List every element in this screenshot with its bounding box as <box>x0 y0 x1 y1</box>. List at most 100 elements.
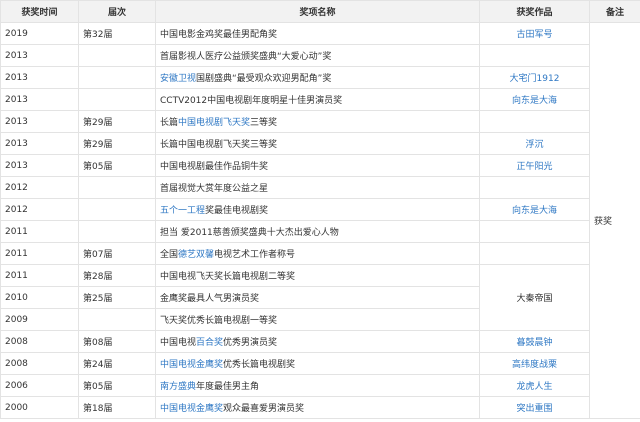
work-link[interactable]: 大宅门1912 <box>510 74 560 84</box>
award-text: 优秀长篇电视剧奖 <box>223 360 296 370</box>
award-link[interactable]: 中国电视金鹰奖 <box>160 360 223 370</box>
cell-year: 2006 <box>0 374 79 397</box>
award-text: 长篇 <box>160 118 179 128</box>
cell-year: 2013 <box>0 44 79 67</box>
award-text: 飞天奖优秀长篇电视剧一等奖 <box>160 316 278 326</box>
cell-work <box>479 176 590 199</box>
cell-session: 第25届 <box>78 286 156 309</box>
award-link[interactable]: 百合奖 <box>196 338 223 348</box>
table-row: 2013 第29届 长篇中国电视剧飞天奖三等奖 浮沉 <box>0 132 640 155</box>
table-row: 2011 第07届 全国德艺双馨电视艺术工作者称号 <box>0 242 640 265</box>
cell-work[interactable]: 古田军号 <box>479 22 590 45</box>
award-link[interactable]: 南方盛典 <box>160 382 196 392</box>
award-link[interactable]: 中国电视剧飞天奖 <box>178 118 250 128</box>
cell-work[interactable]: 突出重围 <box>479 396 590 419</box>
work-link[interactable]: 向东是大海 <box>512 206 557 216</box>
cell-work[interactable]: 高纬度战栗 <box>479 352 590 375</box>
cell-year: 2013 <box>0 110 79 133</box>
cell-session: 第29届 <box>78 110 156 133</box>
work-link[interactable]: 龙虎人生 <box>516 382 552 392</box>
header-year: 获奖时间 <box>0 0 79 23</box>
cell-session: 第08届 <box>78 330 156 353</box>
award-text: 优秀男演员奖 <box>223 338 278 348</box>
award-text: 全国 <box>160 250 179 260</box>
cell-award: 中国电影金鸡奖最佳男配角奖 <box>155 22 480 45</box>
cell-work[interactable]: 龙虎人生 <box>479 374 590 397</box>
award-text: 首届视觉大赏年度公益之星 <box>160 184 269 194</box>
work-link[interactable]: 突出重围 <box>516 404 552 414</box>
table-row: 2008 第24届 中国电视金鹰奖优秀长篇电视剧奖 高纬度战栗 <box>0 352 640 375</box>
cell-award: 中国电视飞天奖长篇电视剧二等奖 <box>155 264 480 287</box>
award-link[interactable]: 五个一工程 <box>160 206 205 216</box>
cell-session <box>78 220 156 243</box>
work-link[interactable]: 向东是大海 <box>512 96 557 106</box>
award-link[interactable]: 德艺双馨 <box>178 250 214 260</box>
table-row: 2013 第29届 长篇中国电视剧飞天奖三等奖 <box>0 110 640 133</box>
work-link[interactable]: 古田军号 <box>516 30 552 40</box>
cell-work[interactable]: 大宅门1912 <box>479 66 590 89</box>
cell-session <box>78 66 156 89</box>
cell-award: 飞天奖优秀长篇电视剧一等奖 <box>155 308 480 331</box>
award-link[interactable]: 中国电视金鹰奖 <box>160 404 223 414</box>
award-link[interactable]: 安徽卫视 <box>160 74 196 84</box>
work-link[interactable]: 正午阳光 <box>516 162 552 172</box>
cell-work[interactable]: 浮沉 <box>479 132 590 155</box>
table-row: 2013 首届影视人医疗公益颁奖盛典“大爱心动”奖 <box>0 44 640 67</box>
award-text: 担当 爱2011慈善颁奖盛典十大杰出爱心人物 <box>160 228 339 238</box>
table-row: 2006 第05届 南方盛典年度最佳男主角 龙虎人生 <box>0 374 640 397</box>
cell-work[interactable]: 向东是大海 <box>479 88 590 111</box>
cell-session: 第18届 <box>78 396 156 419</box>
cell-note: 获奖 <box>589 22 640 419</box>
cell-year: 2012 <box>0 176 79 199</box>
cell-year: 2019 <box>0 22 79 45</box>
header-row: 获奖时间 届次 奖项名称 获奖作品 备注 <box>0 0 640 23</box>
cell-session: 第29届 <box>78 132 156 155</box>
cell-award: 安徽卫视国剧盛典“最受观众欢迎男配角”奖 <box>155 66 480 89</box>
cell-work[interactable]: 正午阳光 <box>479 154 590 177</box>
cell-award: 长篇中国电视剧飞天奖三等奖 <box>155 110 480 133</box>
cell-year: 2010 <box>0 286 79 309</box>
cell-work <box>479 220 590 243</box>
cell-work <box>479 110 590 133</box>
work-link[interactable]: 浮沉 <box>525 140 543 150</box>
cell-year: 2011 <box>0 264 79 287</box>
cell-award: 长篇中国电视剧飞天奖三等奖 <box>155 132 480 155</box>
cell-award: 金鹰奖最具人气男演员奖 <box>155 286 480 309</box>
cell-session <box>78 176 156 199</box>
awards-table: 获奖时间 届次 奖项名称 获奖作品 备注 2019 第32届 中国电影金鸡奖最佳男配… <box>0 0 640 419</box>
cell-year: 2013 <box>0 154 79 177</box>
cell-work <box>479 44 590 67</box>
table-row: 2013 CCTV2012中国电视剧年度明星十佳男演员奖 向东是大海 <box>0 88 640 111</box>
table-row: 2011 担当 爱2011慈善颁奖盛典十大杰出爱心人物 <box>0 220 640 243</box>
cell-award: 首届影视人医疗公益颁奖盛典“大爱心动”奖 <box>155 44 480 67</box>
cell-session: 第05届 <box>78 154 156 177</box>
work-link[interactable]: 暮鼓晨钟 <box>516 338 552 348</box>
award-text: 三等奖 <box>250 118 278 128</box>
cell-session: 第07届 <box>78 242 156 265</box>
cell-session: 第32届 <box>78 22 156 45</box>
table-row: 2013 第05届 中国电视剧最佳作品铜牛奖 正午阳光 <box>0 154 640 177</box>
cell-award: 中国电视金鹰奖优秀长篇电视剧奖 <box>155 352 480 375</box>
header-award: 奖项名称 <box>155 0 480 23</box>
header-work: 获奖作品 <box>479 0 590 23</box>
header-note: 备注 <box>589 0 640 23</box>
cell-year: 2008 <box>0 330 79 353</box>
award-text: 观众最喜爱男演员奖 <box>223 404 305 414</box>
award-text: 国剧盛典“最受观众欢迎男配角”奖 <box>196 74 332 84</box>
work-link[interactable]: 高纬度战栗 <box>512 360 557 370</box>
cell-award: 中国电视金鹰奖观众最喜爱男演员奖 <box>155 396 480 419</box>
cell-work[interactable]: 暮鼓晨钟 <box>479 330 590 353</box>
cell-award: 五个一工程奖最佳电视剧奖 <box>155 198 480 221</box>
cell-session <box>78 308 156 331</box>
table-row: 2000 第18届 中国电视金鹰奖观众最喜爱男演员奖 突出重围 <box>0 396 640 419</box>
cell-year: 2009 <box>0 308 79 331</box>
cell-work[interactable]: 向东是大海 <box>479 198 590 221</box>
table-row: 2019 第32届 中国电影金鸡奖最佳男配角奖 古田军号 获奖 <box>0 22 640 419</box>
cell-work <box>479 242 590 265</box>
cell-session <box>78 44 156 67</box>
cell-award: 南方盛典年度最佳男主角 <box>155 374 480 397</box>
cell-award: 首届视觉大赏年度公益之星 <box>155 176 480 199</box>
award-text: 中国电视 <box>160 338 197 348</box>
award-text: 长篇中国电视剧飞天奖三等奖 <box>160 140 278 150</box>
award-text: CCTV2012中国电视剧年度明星十佳男演员奖 <box>160 96 343 106</box>
